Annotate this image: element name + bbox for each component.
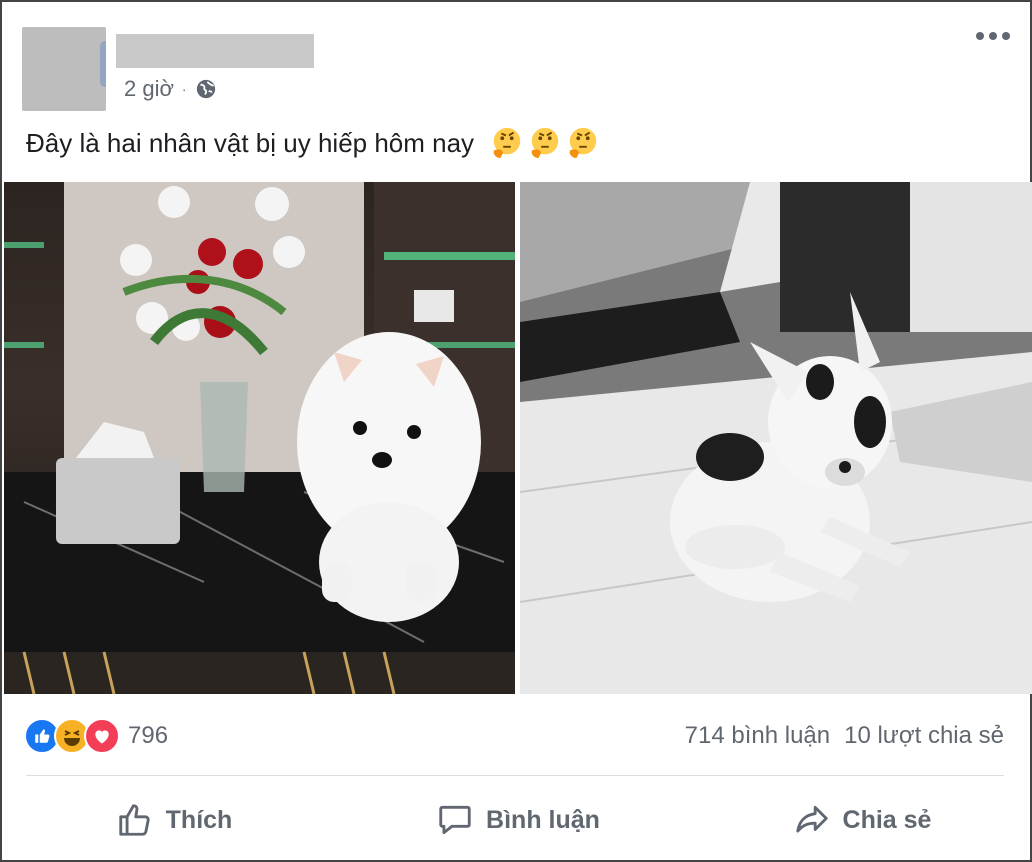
share-button[interactable]: Chia sẻ <box>690 792 1032 848</box>
reaction-count[interactable]: 796 <box>128 722 168 750</box>
photo-pomeranian[interactable] <box>4 182 515 694</box>
pomeranian-photo-icon <box>4 182 515 694</box>
share-icon <box>795 805 828 833</box>
author-name-redacted[interactable] <box>116 34 314 68</box>
thinking-face-icon <box>493 127 521 159</box>
post-meta: 2 giờ · <box>124 76 217 102</box>
thumbs-up-icon <box>118 804 150 836</box>
like-label: Thích <box>165 805 233 834</box>
thinking-face-icon <box>531 127 559 159</box>
comment-label: Bình luận <box>486 805 600 834</box>
love-icon <box>84 718 120 754</box>
post-card: 2 giờ · Đây là hai nhân vật bị uy hiếp h… <box>0 0 1032 862</box>
divider <box>26 775 1004 776</box>
share-label: Chia sẻ <box>842 805 932 834</box>
post-stats: 714 bình luận 10 lượt chia sẻ <box>685 722 1004 750</box>
photo-french-bulldog[interactable] <box>520 182 1032 694</box>
timestamp[interactable]: 2 giờ <box>124 76 174 102</box>
avatar[interactable] <box>22 27 106 111</box>
french-bulldog-photo-icon <box>520 182 1032 694</box>
share-count[interactable]: 10 lượt chia sẻ <box>844 722 1004 750</box>
post-caption: Đây là hai nhân vật bị uy hiếp hôm nay <box>26 126 600 160</box>
action-bar: Thích Bình luận Chia sẻ <box>2 792 1032 848</box>
meta-separator: · <box>181 81 187 97</box>
comment-button[interactable]: Bình luận <box>346 792 690 848</box>
thinking-face-icon <box>569 127 597 159</box>
globe-icon <box>196 79 215 99</box>
more-options-icon[interactable] <box>976 32 1010 40</box>
comment-count[interactable]: 714 bình luận <box>685 722 830 750</box>
like-button[interactable]: Thích <box>2 792 346 848</box>
comment-icon <box>439 805 471 835</box>
reaction-summary[interactable]: 796 <box>24 718 168 754</box>
caption-text: Đây là hai nhân vật bị uy hiếp hôm nay <box>26 127 475 158</box>
